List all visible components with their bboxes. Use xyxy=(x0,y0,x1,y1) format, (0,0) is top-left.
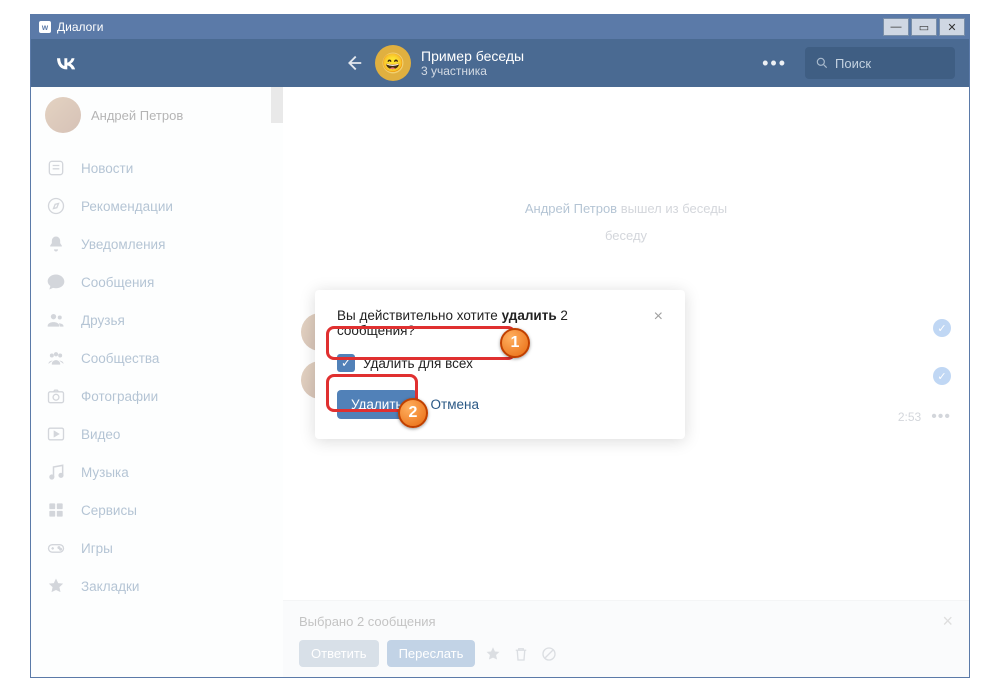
app-mini-icon: w xyxy=(39,21,51,33)
vk-logo-icon[interactable] xyxy=(51,48,81,78)
annotation-badge: 1 xyxy=(500,328,530,358)
annotation-highlight xyxy=(326,326,516,360)
window-title: Диалоги xyxy=(57,20,103,34)
chat-avatar[interactable]: 😄 xyxy=(375,45,411,81)
chat-subtitle: 3 участника xyxy=(421,64,524,78)
window-maximize-button[interactable]: ▭ xyxy=(911,18,937,36)
delete-confirm-dialog: Вы действительно хотите удалить 2 сообще… xyxy=(315,290,685,439)
chat-title[interactable]: Пример беседы xyxy=(421,48,524,64)
search-input[interactable]: Поиск xyxy=(805,47,955,79)
window-titlebar: w Диалоги — ▭ ✕ xyxy=(31,15,969,39)
window-close-button[interactable]: ✕ xyxy=(939,18,965,36)
dialog-close-icon[interactable]: × xyxy=(642,308,663,326)
window-minimize-button[interactable]: — xyxy=(883,18,909,36)
app-header: 😄 Пример беседы 3 участника ••• Поиск xyxy=(31,39,969,87)
more-menu-icon[interactable]: ••• xyxy=(762,53,787,74)
cancel-link[interactable]: Отмена xyxy=(431,397,479,412)
back-arrow-icon[interactable] xyxy=(341,51,365,75)
search-placeholder: Поиск xyxy=(835,56,871,71)
annotation-badge: 2 xyxy=(398,398,428,428)
